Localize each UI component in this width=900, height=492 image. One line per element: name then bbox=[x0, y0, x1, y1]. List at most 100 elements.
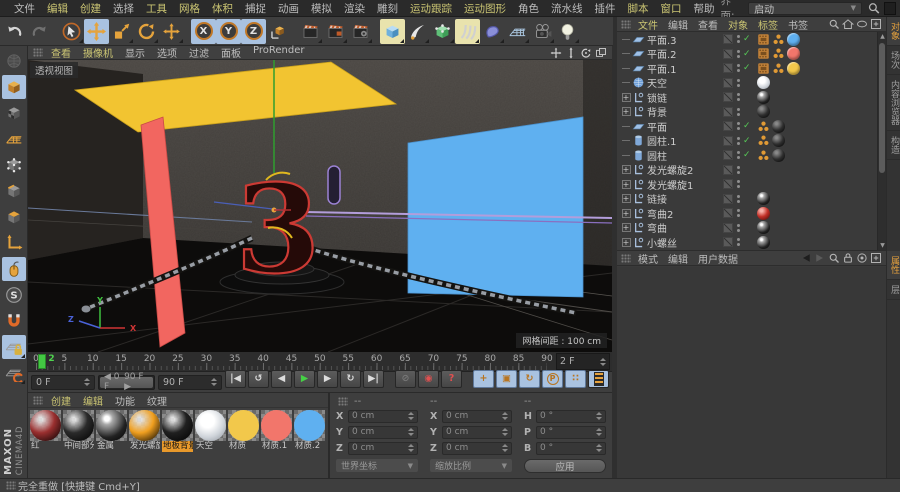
viewport-menu-item-6[interactable]: ProRender bbox=[247, 45, 310, 60]
home-icon[interactable] bbox=[841, 18, 855, 30]
object-name[interactable]: 发光螺旋2 bbox=[647, 162, 723, 177]
material-item[interactable]: 天空 bbox=[195, 410, 226, 452]
object-row[interactable]: + 链接 bbox=[617, 192, 877, 206]
menu-item-14[interactable]: 角色 bbox=[512, 1, 545, 16]
key-parameter-button[interactable]: P bbox=[542, 369, 563, 388]
workplane-mode-button[interactable] bbox=[2, 127, 26, 151]
object-name[interactable]: 弯曲 bbox=[647, 220, 723, 235]
render-view-button[interactable] bbox=[298, 19, 323, 44]
enabled-check-icon[interactable]: ✓ bbox=[743, 136, 754, 146]
visibility-dots[interactable] bbox=[736, 64, 741, 73]
current-frame-field[interactable]: 2 F bbox=[556, 353, 610, 370]
number-3-object[interactable]: 3 bbox=[234, 156, 321, 302]
edges-mode-button[interactable] bbox=[2, 179, 26, 203]
object-manager-menu-item-5[interactable]: 书签 bbox=[783, 17, 813, 32]
play-reverse-button[interactable]: ↺ bbox=[248, 369, 269, 388]
coordinate-input-b[interactable]: 0 ° bbox=[536, 441, 606, 455]
expand-icon[interactable]: + bbox=[620, 107, 632, 117]
material-tag[interactable] bbox=[757, 90, 770, 104]
object-name[interactable]: 圆柱.1 bbox=[647, 133, 723, 148]
deformer-button[interactable] bbox=[480, 19, 505, 44]
toggle-views-icon[interactable] bbox=[595, 47, 607, 59]
material-label[interactable]: 中间部分 bbox=[63, 441, 94, 452]
enabled-check-icon[interactable]: ✓ bbox=[743, 49, 754, 59]
object-name[interactable]: 小螺丝 bbox=[647, 235, 723, 250]
timeline-playhead[interactable] bbox=[38, 354, 47, 369]
tab-场次[interactable]: 场次 bbox=[887, 46, 900, 75]
points-mode-button[interactable] bbox=[2, 153, 26, 177]
menu-item-2[interactable]: 创建 bbox=[74, 1, 107, 16]
rotate-button[interactable] bbox=[134, 19, 159, 44]
render-picture-viewer-button[interactable] bbox=[323, 19, 348, 44]
object-row[interactable]: 圆柱 ✓ bbox=[617, 148, 877, 163]
menu-item-4[interactable]: 工具 bbox=[140, 1, 173, 16]
enabled-check-icon[interactable]: ✓ bbox=[743, 34, 754, 44]
visibility-dots[interactable] bbox=[736, 93, 741, 102]
object-name[interactable]: 弯曲2 bbox=[647, 206, 723, 221]
open-timeline-button[interactable] bbox=[588, 369, 609, 388]
material-tag[interactable] bbox=[787, 61, 800, 75]
object-row[interactable]: + 背景 bbox=[617, 104, 877, 119]
material-menu-item-1[interactable]: 编辑 bbox=[77, 393, 109, 408]
material-tag[interactable] bbox=[757, 76, 770, 90]
layer-box[interactable] bbox=[723, 193, 733, 204]
layer-box[interactable] bbox=[723, 48, 733, 59]
layer-box[interactable] bbox=[723, 121, 733, 132]
visibility-dots[interactable] bbox=[736, 122, 741, 131]
coordinate-input-p[interactable]: 0 ° bbox=[536, 425, 606, 439]
material-item[interactable]: 材质.1 bbox=[261, 410, 292, 452]
snap-button[interactable]: S bbox=[2, 283, 26, 307]
object-row[interactable]: + 发光螺旋1 bbox=[617, 177, 877, 192]
tab-内容浏览器[interactable]: 内容浏览器 bbox=[887, 75, 900, 131]
material-thumb[interactable] bbox=[30, 410, 61, 441]
coordinate-stepper[interactable] bbox=[502, 428, 508, 436]
object-manager-menu-item-1[interactable]: 编辑 bbox=[663, 17, 693, 32]
visibility-dots[interactable] bbox=[736, 209, 741, 218]
viewport[interactable]: 3 Y X Z 透视视图 网格间距 : 100 cm bbox=[28, 60, 612, 352]
object-manager-menu-item-3[interactable]: 对象 bbox=[723, 17, 753, 32]
lock-y-button[interactable]: Y bbox=[216, 18, 241, 44]
layer-box[interactable] bbox=[723, 63, 733, 74]
object-name[interactable]: 平面 bbox=[647, 119, 723, 134]
object-row[interactable]: 平面 ✓ bbox=[617, 119, 877, 134]
material-thumb[interactable] bbox=[228, 410, 259, 441]
visibility-dots[interactable] bbox=[736, 165, 741, 174]
object-row[interactable]: + 小螺丝 bbox=[617, 235, 877, 250]
phong-tag-icon[interactable] bbox=[757, 149, 770, 162]
coord-system-button[interactable] bbox=[266, 19, 291, 44]
panel-grip-icon[interactable] bbox=[621, 253, 631, 263]
floor-button[interactable] bbox=[505, 19, 530, 44]
object-row[interactable]: + 发光螺旋2 bbox=[617, 162, 877, 177]
subdivision-surface-button[interactable] bbox=[430, 19, 455, 44]
material-tag[interactable] bbox=[757, 206, 770, 220]
material-item[interactable]: 地板背景 bbox=[162, 410, 193, 452]
enabled-check-icon[interactable]: ✓ bbox=[743, 150, 754, 160]
coordinate-stepper[interactable] bbox=[596, 444, 602, 452]
coordinate-stepper[interactable] bbox=[408, 444, 414, 452]
coordinate-input-x[interactable]: 0 cm bbox=[442, 409, 512, 423]
material-menu-item-0[interactable]: 创建 bbox=[45, 393, 77, 408]
make-editable-button[interactable] bbox=[2, 49, 26, 73]
material-item[interactable]: 红 bbox=[30, 410, 61, 452]
material-tag[interactable] bbox=[787, 32, 800, 46]
expand-icon[interactable]: + bbox=[620, 92, 632, 102]
material-label[interactable]: 地板背景 bbox=[162, 441, 193, 452]
object-name[interactable]: 背景 bbox=[647, 104, 723, 119]
object-name[interactable]: 发光螺旋1 bbox=[647, 177, 723, 192]
preview-range-thumb[interactable]: ◀ 0 F 90 F ▶ bbox=[100, 372, 153, 392]
workplane-button[interactable] bbox=[2, 361, 26, 385]
material-menu-item-3[interactable]: 纹理 bbox=[141, 393, 173, 408]
coordinate-stepper[interactable] bbox=[502, 444, 508, 452]
tab-属性[interactable]: 属性 bbox=[887, 251, 900, 280]
spline-pen-button[interactable] bbox=[405, 19, 430, 44]
material-item[interactable]: 发光螺旋 bbox=[129, 410, 160, 452]
lock-workplane-button[interactable] bbox=[1, 335, 26, 359]
key-rotation-button[interactable]: ↻ bbox=[519, 369, 540, 388]
primitive-cube-button[interactable] bbox=[380, 18, 405, 44]
attribute-menu-item-1[interactable]: 编辑 bbox=[663, 251, 693, 266]
range-end-stepper[interactable] bbox=[211, 378, 217, 386]
record-off-button[interactable]: ⊘ bbox=[395, 369, 416, 388]
oval-icon[interactable] bbox=[856, 18, 868, 30]
object-manager-menu-item-4[interactable]: 标签 bbox=[753, 17, 783, 32]
coordinate-input-y[interactable]: 0 cm bbox=[442, 425, 512, 439]
